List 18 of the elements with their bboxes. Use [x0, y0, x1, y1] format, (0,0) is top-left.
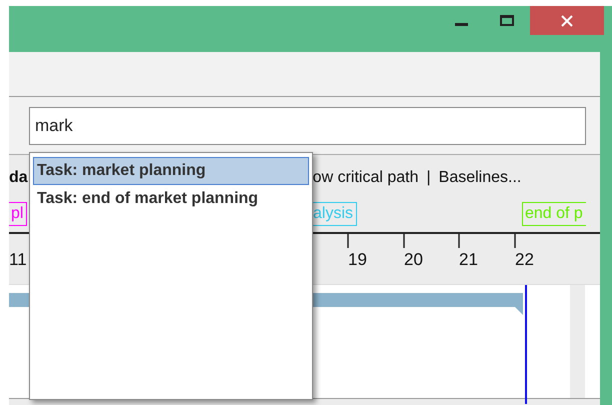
- toolbar-item[interactable]: Baselines...: [438, 169, 522, 187]
- close-button[interactable]: [530, 6, 604, 35]
- search-field[interactable]: mark: [29, 107, 586, 145]
- day-label: 19: [348, 250, 367, 270]
- milestone-label: alysis: [310, 202, 358, 226]
- day-label: 20: [404, 250, 423, 270]
- toolbar-item[interactable]: da: [9, 169, 28, 187]
- milestone-label: end of p: [522, 202, 586, 226]
- scrollbar[interactable]: [570, 285, 585, 398]
- milestone-label: pl: [9, 202, 28, 226]
- toolbar-item[interactable]: ow critical path: [312, 169, 418, 187]
- suggestion-item[interactable]: Task: market planning: [33, 157, 309, 185]
- day-label: 11: [9, 250, 27, 270]
- suggestion-item[interactable]: Task: end of market planning: [33, 185, 309, 213]
- day-label: 21: [459, 250, 478, 270]
- day-label: 22: [515, 250, 534, 270]
- close-icon: [560, 14, 574, 28]
- separator: |: [426, 169, 431, 187]
